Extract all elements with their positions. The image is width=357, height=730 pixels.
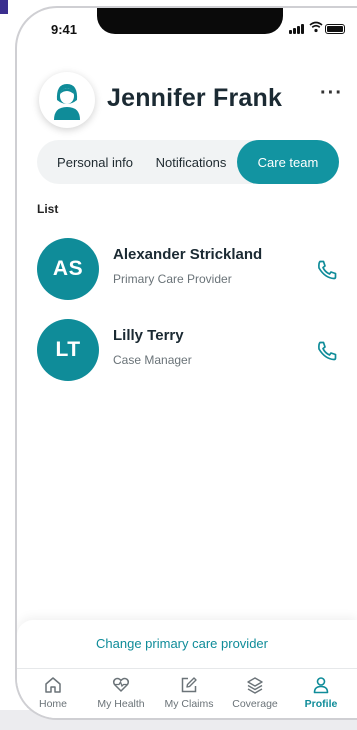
layers-icon xyxy=(247,677,263,694)
nav-label: My Claims xyxy=(164,698,214,710)
more-options-button[interactable]: ··· xyxy=(320,82,343,105)
profile-name: Jennifer Frank xyxy=(107,84,283,112)
action-bar: Change primary care provider xyxy=(17,620,357,668)
provider-name: Lilly Terry xyxy=(113,327,184,344)
provider-role: Primary Care Provider xyxy=(113,272,232,286)
nav-label: Profile xyxy=(304,698,338,710)
nav-profile[interactable]: Profile xyxy=(289,675,353,718)
provider-name: Alexander Strickland xyxy=(113,246,263,263)
profile-tabs: Personal info Notifications Care team xyxy=(37,140,339,184)
list-item[interactable]: AS Alexander Strickland Primary Care Pro… xyxy=(37,236,347,302)
provider-role: Case Manager xyxy=(113,353,192,367)
initials-avatar: LT xyxy=(37,319,99,381)
initials-avatar: AS xyxy=(37,238,99,300)
nav-coverage[interactable]: Coverage xyxy=(223,675,287,718)
tab-personal-info[interactable]: Personal info xyxy=(47,140,143,184)
edit-icon xyxy=(181,677,197,693)
home-icon xyxy=(45,677,61,693)
phone-icon[interactable] xyxy=(315,339,339,363)
tab-notifications[interactable]: Notifications xyxy=(145,140,237,184)
phone-frame: 9:41 Jennifer Frank ··· Personal info No… xyxy=(15,6,357,720)
profile-icon xyxy=(313,677,329,694)
battery-icon xyxy=(325,24,345,34)
nav-label: Home xyxy=(38,698,67,710)
profile-header: Jennifer Frank ··· xyxy=(37,72,347,128)
nav-label: My Health xyxy=(97,698,145,710)
nav-label: Coverage xyxy=(232,698,278,710)
nav-home[interactable]: Home xyxy=(21,675,85,718)
corner-accent xyxy=(0,0,8,14)
status-time: 9:41 xyxy=(51,22,78,37)
status-bar: 9:41 xyxy=(17,8,357,52)
phone-icon[interactable] xyxy=(315,258,339,282)
health-icon xyxy=(112,677,130,692)
wifi-icon xyxy=(309,21,323,33)
user-avatar-icon xyxy=(54,84,80,120)
signal-icon xyxy=(289,24,304,34)
nav-my-claims[interactable]: My Claims xyxy=(157,675,221,718)
bottom-nav: Home My Health My Claims Coverage Profil… xyxy=(17,668,357,718)
device-notch xyxy=(97,8,283,34)
nav-my-health[interactable]: My Health xyxy=(89,675,153,718)
tab-care-team[interactable]: Care team xyxy=(237,140,339,184)
change-provider-button[interactable]: Change primary care provider xyxy=(17,636,347,651)
list-heading: List xyxy=(37,202,59,216)
list-item[interactable]: LT Lilly Terry Case Manager xyxy=(37,317,347,383)
avatar[interactable] xyxy=(39,72,95,128)
